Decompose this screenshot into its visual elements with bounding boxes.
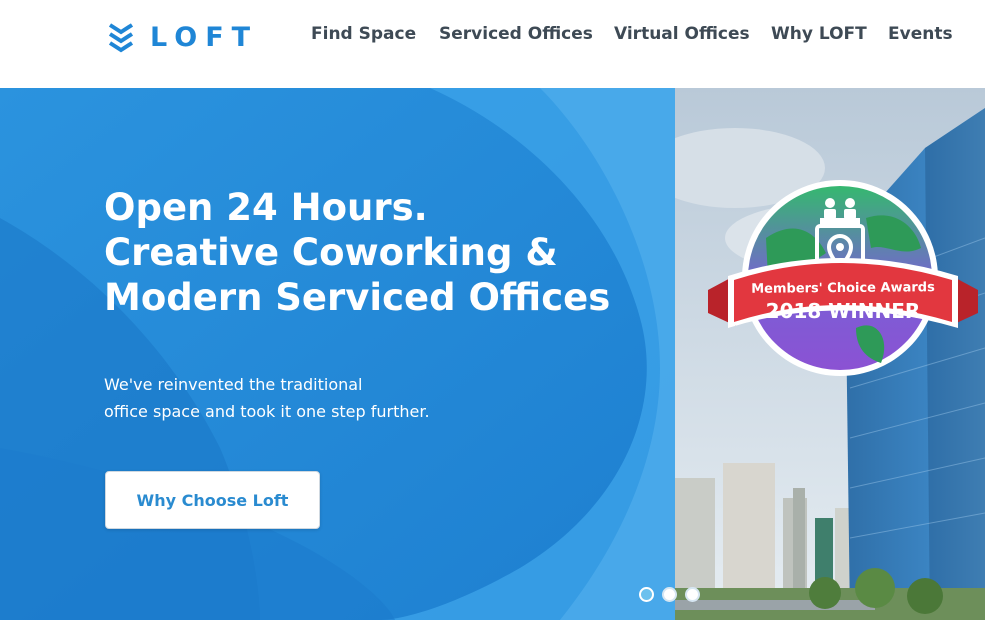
logo-wordmark: LOFT — [150, 22, 259, 53]
nav-why-loft[interactable]: Why LOFT — [771, 24, 867, 48]
slide-dot-3[interactable] — [685, 587, 700, 602]
slide-dot-1[interactable] — [639, 587, 654, 602]
nav-find-space[interactable]: Find Space — [311, 24, 416, 48]
nav-virtual-offices[interactable]: Virtual Offices — [614, 24, 750, 48]
headline-line-3: Modern Serviced Offices — [104, 276, 611, 319]
badge-line-2: 2018 WINNER — [765, 299, 921, 323]
headline-line-2: Creative Coworking & — [104, 231, 558, 274]
headline-line-1: Open 24 Hours. — [104, 186, 428, 229]
site-header: LOFT Find Space Serviced Offices Virtual… — [0, 0, 985, 88]
slide-dot-2[interactable] — [662, 587, 677, 602]
members-choice-award-badge — [708, 180, 978, 376]
subtext-line-1: We've reinvented the traditional — [104, 375, 363, 394]
hero-blue-background — [0, 88, 675, 620]
slider-dots — [639, 587, 700, 602]
loft-logo[interactable]: LOFT — [108, 22, 258, 53]
badge-line-1: Members' Choice Awards — [751, 280, 935, 297]
subtext-line-2: office space and took it one step furthe… — [104, 402, 430, 421]
hero-slider: Open 24 Hours. Creative Coworking & Mode… — [0, 88, 985, 620]
hero-subtext: We've reinvented the traditional office … — [104, 371, 524, 425]
nav-events[interactable]: Events — [888, 24, 953, 48]
loft-chevrons-logo-icon — [108, 22, 134, 52]
nav-serviced-offices[interactable]: Serviced Offices — [439, 24, 593, 48]
why-choose-loft-button[interactable]: Why Choose Loft — [105, 471, 320, 529]
hero-headline: Open 24 Hours. Creative Coworking & Mode… — [104, 185, 664, 320]
